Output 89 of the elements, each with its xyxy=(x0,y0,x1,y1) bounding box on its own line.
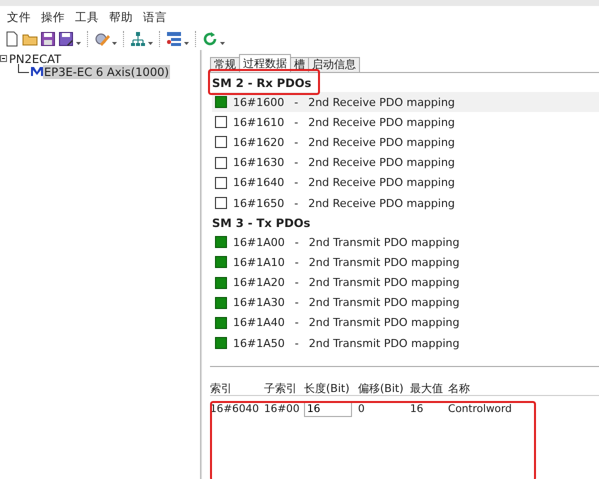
pdo-name: 2nd Receive PDO mapping xyxy=(308,156,455,170)
list-icon xyxy=(166,31,182,47)
separator-dash: - xyxy=(294,296,299,310)
list-row[interactable]: 16#1A10 - 2nd Transmit PDO mapping xyxy=(212,252,599,272)
separator-dash: - xyxy=(294,256,299,269)
checkbox[interactable] xyxy=(215,256,227,268)
column-header[interactable]: 子索引 xyxy=(264,381,304,395)
table-cell-text: 16 xyxy=(410,403,424,415)
menu-item[interactable]: 帮助 xyxy=(104,10,138,24)
group-heading: SM 3 - Tx PDOs xyxy=(212,216,310,230)
checkbox[interactable] xyxy=(215,296,227,309)
separator-dash: - xyxy=(294,316,299,330)
list-row[interactable]: 16#1A20 - 2nd Transmit PDO mapping xyxy=(212,272,599,293)
pdo-index: 16#1600 xyxy=(233,96,284,109)
network-icon xyxy=(130,31,146,47)
pdo-name: 2nd Receive PDO mapping xyxy=(308,116,455,129)
checkbox[interactable] xyxy=(215,96,227,108)
pdo-index: 16#1630 xyxy=(233,156,284,170)
checkbox[interactable] xyxy=(215,136,227,148)
checkbox[interactable] xyxy=(215,156,227,169)
checkbox[interactable] xyxy=(215,116,227,128)
pdo-index: 16#1620 xyxy=(233,136,284,149)
separator-dash: - xyxy=(294,236,299,249)
toolbar-button[interactable] xyxy=(39,30,56,48)
checkbox[interactable] xyxy=(215,176,227,189)
table-cell-text: 16#00 xyxy=(264,403,301,415)
table-cell-text: 0 xyxy=(358,403,366,415)
pdo-name: 2nd Transmit PDO mapping xyxy=(308,236,460,249)
menu-item[interactable]: 操作 xyxy=(36,10,70,24)
separator-dash: - xyxy=(294,196,298,210)
tree-item[interactable]: EP3E-EC 6 Axis(1000) xyxy=(43,64,170,78)
pdo-index: 16#1A40 xyxy=(233,316,285,330)
list-row[interactable]: 16#1610 - 2nd Receive PDO mapping xyxy=(212,112,599,132)
group-heading: SM 2 - Rx PDOs xyxy=(212,76,312,90)
pdo-name: 2nd Transmit PDO mapping xyxy=(308,316,460,330)
list-row[interactable]: 16#1A30 - 2nd Transmit PDO mapping xyxy=(212,292,599,313)
pdo-name: 2nd Receive PDO mapping xyxy=(308,176,455,190)
selected-row[interactable]: 16#1600 - 2nd Receive PDO mapping xyxy=(212,92,599,112)
list-row[interactable]: 16#1620 - 2nd Receive PDO mapping xyxy=(212,132,599,153)
pdo-index: 16#1640 xyxy=(233,176,284,190)
checkbox[interactable] xyxy=(215,197,227,210)
list-row[interactable]: 16#1A40 - 2nd Transmit PDO mapping xyxy=(212,312,599,334)
list-row[interactable]: 16#1A50 - 2nd Transmit PDO mapping xyxy=(212,333,599,354)
pdo-index: 16#1610 xyxy=(233,116,284,129)
separator-dash: - xyxy=(294,336,299,350)
checkbox[interactable] xyxy=(215,337,227,350)
column-header[interactable]: 长度(Bit) xyxy=(304,381,358,395)
pdo-index: 16#1A30 xyxy=(233,296,285,310)
pdo-index: 16#1A00 xyxy=(233,236,285,249)
pdo-index: 16#1A20 xyxy=(233,276,285,290)
pdo-name: 2nd Transmit PDO mapping xyxy=(308,256,460,269)
pdo-name: 2nd Receive PDO mapping xyxy=(308,96,455,109)
pdo-name: 2nd Transmit PDO mapping xyxy=(308,296,460,310)
pdo-index: 16#1A10 xyxy=(233,256,285,269)
separator-dash: - xyxy=(294,116,298,129)
toolbar-button[interactable] xyxy=(57,30,74,48)
tab[interactable]: 启动信息 xyxy=(308,57,360,72)
menu-item[interactable]: 工具 xyxy=(70,10,104,24)
menu-item[interactable]: 文件 xyxy=(2,10,36,24)
pdo-name: 2nd Receive PDO mapping xyxy=(308,136,455,149)
checkbox[interactable] xyxy=(215,316,227,329)
pdo-name: 2nd Receive PDO mapping xyxy=(308,196,455,210)
list-row[interactable]: 16#1A00 - 2nd Transmit PDO mapping xyxy=(212,232,599,252)
column-header[interactable]: 索引 xyxy=(210,381,264,395)
device-icon xyxy=(31,66,43,77)
pdo-index: 16#1A50 xyxy=(233,336,285,350)
list-row[interactable]: 16#1640 - 2nd Receive PDO mapping xyxy=(212,172,599,193)
refresh-icon xyxy=(202,31,218,47)
table-cell-text: 16#6040 xyxy=(210,403,260,415)
pdo-name: 2nd Transmit PDO mapping xyxy=(308,276,460,290)
new-document-icon xyxy=(4,31,20,47)
tree-item[interactable]: PN2ECAT xyxy=(8,52,62,66)
separator-dash: - xyxy=(294,156,298,170)
list-row[interactable]: 16#1630 - 2nd Receive PDO mapping xyxy=(212,152,599,173)
separator-dash: - xyxy=(294,136,298,149)
collapse-icon[interactable] xyxy=(0,55,8,62)
table-cell-text: Controlword xyxy=(448,403,513,415)
column-header[interactable]: 偏移(Bit) xyxy=(358,381,410,395)
pdo-name: 2nd Transmit PDO mapping xyxy=(308,336,460,350)
list-row[interactable]: 16#1650 - 2nd Receive PDO mapping xyxy=(212,192,599,214)
column-header[interactable]: 名称 xyxy=(448,381,538,395)
checkbox[interactable] xyxy=(215,236,227,248)
column-header[interactable]: 最大值 xyxy=(410,381,448,395)
pdo-index: 16#1650 xyxy=(233,196,284,210)
separator-dash: - xyxy=(294,96,298,109)
separator-dash: - xyxy=(294,276,299,290)
menu-item[interactable]: 语言 xyxy=(138,10,172,24)
separator-dash: - xyxy=(294,176,298,190)
checkbox[interactable] xyxy=(215,276,227,289)
